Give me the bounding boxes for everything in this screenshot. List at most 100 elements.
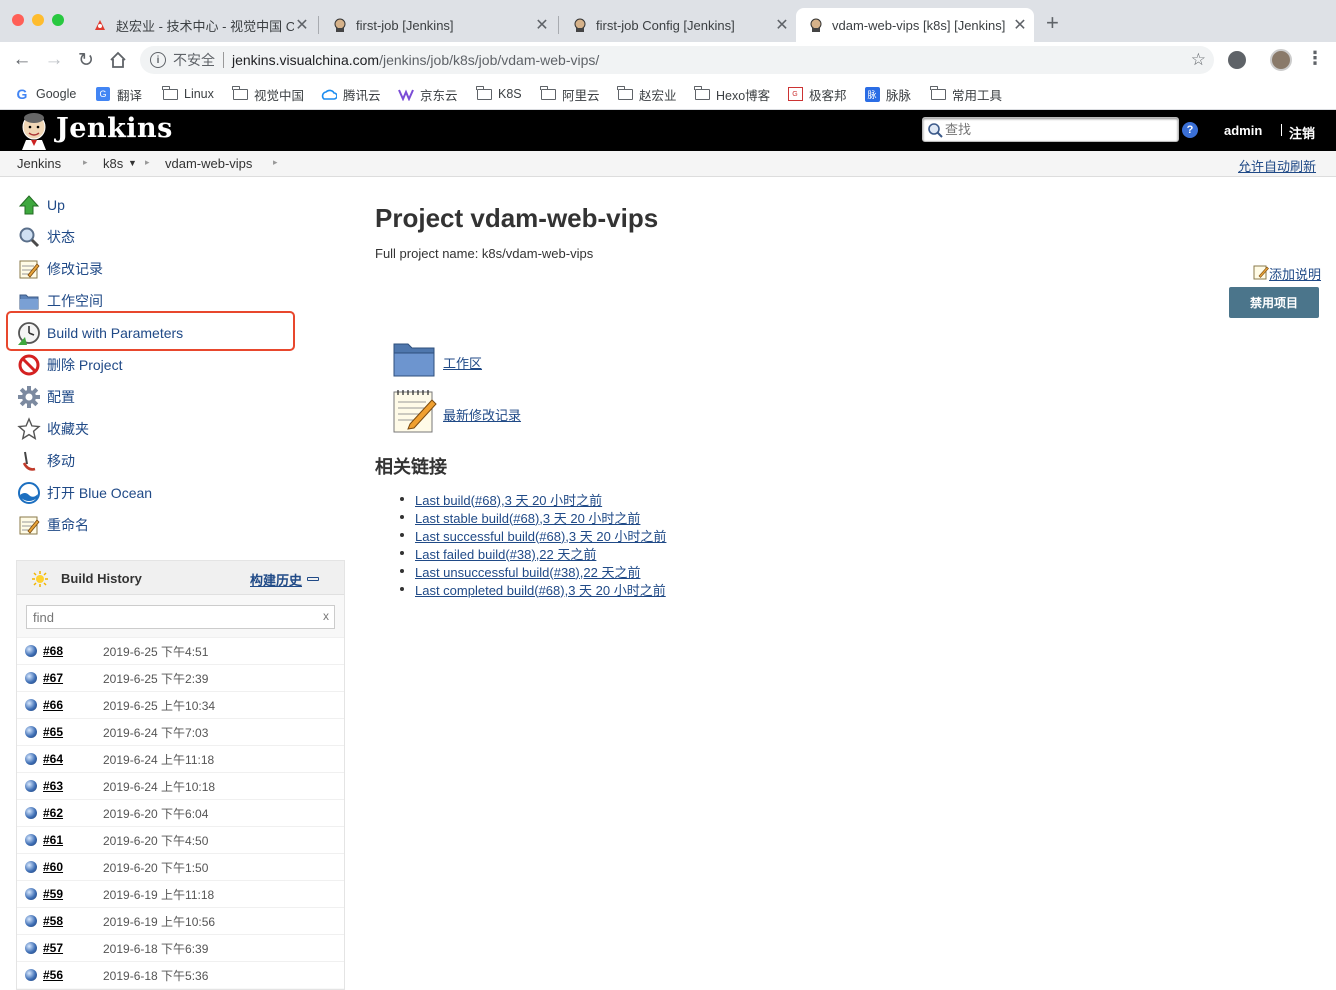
- sidebar-item-changes[interactable]: 修改记录: [16, 256, 103, 282]
- dropdown-caret-icon[interactable]: ▼: [128, 158, 137, 168]
- jenkins-butler-logo-icon[interactable]: [16, 112, 52, 150]
- build-number-link[interactable]: #61: [43, 833, 103, 847]
- build-row[interactable]: #60 2019-6-20 下午1:50: [17, 853, 344, 880]
- minimize-window-button[interactable]: [32, 14, 44, 26]
- bookmark-aliyun[interactable]: 阿里云: [539, 84, 600, 104]
- sidebar-item-move[interactable]: 移动: [16, 448, 75, 474]
- related-link[interactable]: Last failed build(#38),22 天之前: [415, 544, 596, 563]
- bookmark-geekbang[interactable]: G 极客邦: [787, 84, 847, 104]
- help-icon[interactable]: ?: [1182, 122, 1198, 138]
- build-row[interactable]: #61 2019-6-20 下午4:50: [17, 826, 344, 853]
- build-number-link[interactable]: #65: [43, 725, 103, 739]
- disable-project-button[interactable]: 禁用项目: [1229, 287, 1319, 318]
- new-tab-button[interactable]: +: [1046, 12, 1059, 34]
- sidebar-item-delete-project[interactable]: 删除 Project: [16, 352, 122, 378]
- close-tab-icon[interactable]: ✕: [294, 15, 310, 35]
- bookmark-google[interactable]: G Google: [14, 84, 77, 104]
- recent-changes-link[interactable]: 最新修改记录: [443, 405, 521, 424]
- build-number-link[interactable]: #60: [43, 860, 103, 874]
- build-row[interactable]: #59 2019-6-19 上午11:18: [17, 880, 344, 907]
- logout-link[interactable]: 注销: [1289, 123, 1315, 142]
- related-link[interactable]: Last build(#68),3 天 20 小时之前: [415, 490, 602, 509]
- build-number-link[interactable]: #57: [43, 941, 103, 955]
- user-link[interactable]: admin: [1224, 123, 1262, 138]
- extension-icon[interactable]: [1228, 51, 1246, 69]
- home-icon[interactable]: [105, 47, 131, 73]
- related-link[interactable]: Last unsuccessful build(#38),22 天之前: [415, 562, 640, 581]
- breadcrumb-k8s[interactable]: k8s: [103, 156, 123, 171]
- back-arrow-icon[interactable]: ←: [9, 47, 35, 73]
- build-filter-input[interactable]: [33, 609, 313, 625]
- bookmark-k8s[interactable]: K8S: [475, 84, 522, 104]
- browser-tab-first-job[interactable]: first-job [Jenkins] ✕: [320, 8, 556, 42]
- profile-avatar[interactable]: [1270, 49, 1292, 71]
- build-row[interactable]: #66 2019-6-25 上午10:34: [17, 691, 344, 718]
- build-row[interactable]: #58 2019-6-19 上午10:56: [17, 907, 344, 934]
- clear-filter-icon[interactable]: x: [323, 609, 329, 623]
- build-row[interactable]: #67 2019-6-25 下午2:39: [17, 664, 344, 691]
- trend-collapse-icon[interactable]: [307, 577, 319, 581]
- build-number-link[interactable]: #68: [43, 644, 103, 658]
- build-row[interactable]: #56 2019-6-18 下午5:36: [17, 961, 344, 988]
- build-row[interactable]: #64 2019-6-24 上午11:18: [17, 745, 344, 772]
- close-window-button[interactable]: [12, 14, 24, 26]
- build-row[interactable]: #68 2019-6-25 下午4:51: [17, 637, 344, 664]
- sidebar-item-blue-ocean[interactable]: 打开 Blue Ocean: [16, 480, 152, 506]
- build-filter-box[interactable]: x: [26, 605, 335, 629]
- related-link[interactable]: Last stable build(#68),3 天 20 小时之前: [415, 508, 640, 527]
- build-row[interactable]: #57 2019-6-18 下午6:39: [17, 934, 344, 961]
- forward-arrow-icon[interactable]: →: [41, 47, 67, 73]
- browser-menu-icon[interactable]: ⋮: [1306, 48, 1324, 69]
- build-number-link[interactable]: #58: [43, 914, 103, 928]
- build-row[interactable]: #65 2019-6-24 下午7:03: [17, 718, 344, 745]
- bookmark-tools[interactable]: 常用工具: [929, 84, 1002, 104]
- sidebar-item-up[interactable]: Up: [16, 192, 65, 218]
- sidebar-item-status[interactable]: 状态: [16, 224, 75, 250]
- browser-tab-confluence[interactable]: 赵宏业 - 技术中心 - 视觉中国 Co ✕: [80, 8, 316, 42]
- auto-refresh-link[interactable]: 允许自动刷新: [1238, 156, 1316, 175]
- breadcrumb-vdam-web-vips[interactable]: vdam-web-vips: [165, 156, 252, 171]
- browser-tab-vdam-web-vips[interactable]: vdam-web-vips [k8s] [Jenkins] ✕: [796, 8, 1034, 42]
- build-number-link[interactable]: #63: [43, 779, 103, 793]
- workspace-link[interactable]: 工作区: [443, 353, 482, 372]
- bookmark-linux[interactable]: Linux: [161, 84, 214, 104]
- close-tab-icon[interactable]: ✕: [534, 15, 550, 35]
- close-tab-icon[interactable]: ✕: [774, 15, 790, 35]
- sidebar-item-configure[interactable]: 配置: [16, 384, 75, 410]
- build-row[interactable]: #62 2019-6-20 下午6:04: [17, 799, 344, 826]
- bookmark-tencent-cloud[interactable]: 腾讯云: [321, 84, 381, 104]
- add-description-link[interactable]: 添加说明: [1253, 264, 1321, 283]
- bookmark-jd-cloud[interactable]: 京东云: [398, 84, 458, 104]
- search-input[interactable]: [945, 120, 1175, 139]
- build-number-link[interactable]: #62: [43, 806, 103, 820]
- reload-icon[interactable]: ↻: [73, 47, 99, 73]
- build-row[interactable]: #63 2019-6-24 上午10:18: [17, 772, 344, 799]
- workspace-folder-icon[interactable]: [392, 338, 436, 381]
- bookmark-vcg[interactable]: 视觉中国: [231, 84, 304, 104]
- bookmark-maimai[interactable]: 脉脉脉: [864, 84, 911, 104]
- sidebar-item-rename[interactable]: 重命名: [16, 512, 89, 538]
- bookmark-zhaohongye[interactable]: 赵宏业: [616, 84, 677, 104]
- close-tab-icon[interactable]: ✕: [1012, 15, 1028, 35]
- sidebar-item-build-with-parameters[interactable]: Build with Parameters: [16, 320, 183, 346]
- related-link[interactable]: Last successful build(#68),3 天 20 小时之前: [415, 526, 666, 545]
- url-bar[interactable]: i 不安全 jenkins.visualchina.com /jenkins/j…: [140, 46, 1214, 74]
- build-number-link[interactable]: #67: [43, 671, 103, 685]
- build-number-link[interactable]: #56: [43, 968, 103, 982]
- changes-notepad-icon[interactable]: [392, 388, 438, 437]
- jenkins-logo-text[interactable]: Jenkins: [56, 113, 173, 144]
- search-box[interactable]: [922, 117, 1179, 142]
- bookmark-hexo[interactable]: Hexo博客: [693, 84, 770, 104]
- bookmark-star-icon[interactable]: ☆: [1191, 50, 1206, 70]
- info-icon[interactable]: i: [150, 52, 166, 68]
- build-trend-link[interactable]: 构建历史: [250, 570, 302, 589]
- bookmark-translate[interactable]: G 翻译: [95, 84, 142, 104]
- browser-tab-first-job-config[interactable]: first-job Config [Jenkins] ✕: [560, 8, 796, 42]
- zoom-window-button[interactable]: [52, 14, 64, 26]
- breadcrumb-jenkins[interactable]: Jenkins: [17, 156, 61, 171]
- sidebar-item-favorite[interactable]: 收藏夹: [16, 416, 89, 442]
- build-number-link[interactable]: #59: [43, 887, 103, 901]
- build-number-link[interactable]: #64: [43, 752, 103, 766]
- build-number-link[interactable]: #66: [43, 698, 103, 712]
- related-link[interactable]: Last completed build(#68),3 天 20 小时之前: [415, 580, 666, 599]
